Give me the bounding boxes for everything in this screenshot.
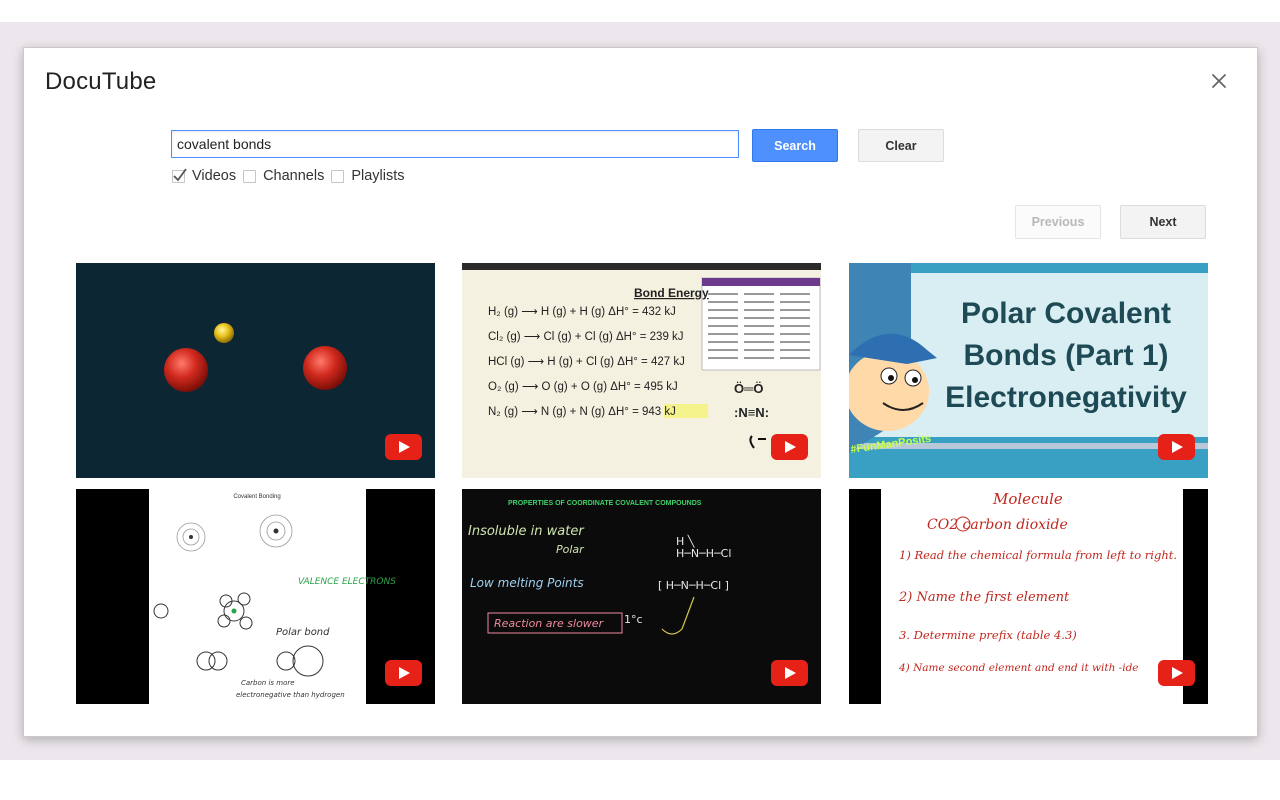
- co2-note-2: CO2 carbon dioxide: [927, 517, 1068, 533]
- svg-text:Ö═Ö: Ö═Ö: [734, 381, 763, 396]
- svg-text:H─N─H─Cl: H─N─H─Cl: [676, 547, 731, 560]
- co2-note-6: 4) Name second element and end it with -…: [898, 662, 1139, 674]
- video-result-5[interactable]: PROPERTIES OF COORDINATE COVALENT COMPOU…: [462, 489, 821, 704]
- coordinate-note-1: Insoluble in water: [468, 524, 585, 539]
- polar-line-2: Bonds (Part 1): [963, 339, 1168, 372]
- svg-text::N≡N:: :N≡N:: [734, 405, 769, 420]
- bond-row-2: Cl₂ (g) ⟶ Cl (g) + Cl (g) ΔH° = 239 kJ: [488, 331, 684, 343]
- co2-note-3: 1) Read the chemical formula from left t…: [899, 548, 1177, 562]
- notes-valence: VALENCE ELECTRONS: [298, 577, 396, 587]
- docutube-dialog: DocuTube Search Clear Videos Channels Pl…: [23, 47, 1258, 737]
- coordinate-heading: PROPERTIES OF COORDINATE COVALENT COMPOU…: [508, 500, 702, 507]
- search-button[interactable]: Search: [752, 129, 838, 162]
- video-result-3[interactable]: Polar Covalent Bonds (Part 1) Electroneg…: [849, 263, 1208, 478]
- videos-label[interactable]: Videos: [192, 168, 236, 184]
- search-input[interactable]: [171, 130, 739, 158]
- svg-text:1°c: 1°c: [624, 613, 643, 626]
- polar-covalent-thumbnail: Polar Covalent Bonds (Part 1) Electroneg…: [849, 263, 1208, 478]
- bond-row-5: N₂ (g) ⟶ N (g) + N (g) ΔH° = 943 kJ: [488, 406, 676, 418]
- playlists-label[interactable]: Playlists: [351, 168, 404, 184]
- previous-button[interactable]: Previous: [1015, 205, 1101, 239]
- video-result-6[interactable]: Molecule CO2 carbon dioxide 1) Read the …: [849, 489, 1208, 704]
- bond-row-4: O₂ (g) ⟶ O (g) + O (g) ΔH° = 495 kJ: [488, 381, 678, 393]
- channels-label[interactable]: Channels: [263, 168, 324, 184]
- video-result-1[interactable]: [76, 263, 435, 478]
- notes-polar-bond: Polar bond: [276, 627, 330, 638]
- checkmark-icon: [173, 167, 187, 181]
- svg-text:electronegative than hydrogen: electronegative than hydrogen: [236, 691, 345, 699]
- close-icon: [1212, 74, 1226, 88]
- notes-heading: Covalent Bonding: [233, 494, 280, 500]
- polar-line-1: Polar Covalent: [961, 297, 1171, 330]
- co2-note-1: Molecule: [992, 490, 1063, 508]
- next-button[interactable]: Next: [1120, 205, 1206, 239]
- coordinate-compounds-thumbnail: PROPERTIES OF COORDINATE COVALENT COMPOU…: [462, 489, 821, 704]
- coordinate-note-2: Polar: [556, 543, 585, 556]
- play-icon: [771, 434, 808, 460]
- dialog-title: DocuTube: [45, 68, 157, 95]
- bond-row-3: HCl (g) ⟶ H (g) + Cl (g) ΔH° = 427 kJ: [488, 356, 685, 368]
- clear-button[interactable]: Clear: [858, 129, 944, 162]
- co2-note-5: 3. Determine prefix (table 4.3): [899, 628, 1077, 642]
- polar-line-3: Electronegativity: [945, 381, 1187, 414]
- coordinate-note-3: Low melting Points: [470, 576, 584, 590]
- video-result-2[interactable]: Bond Energy H₂ (g) ⟶ H (g) + H (g) ΔH° =…: [462, 263, 821, 478]
- channels-checkbox[interactable]: [243, 169, 257, 183]
- svg-text:[ H─N─H─Cl ]: [ H─N─H─Cl ]: [658, 579, 729, 592]
- bond-energy-heading: Bond Energy: [634, 286, 709, 300]
- video-result-4[interactable]: Covalent Bonding VALENCE ELECTRONS Polar…: [76, 489, 435, 704]
- play-icon: [385, 434, 422, 460]
- bond-row-1: H₂ (g) ⟶ H (g) + H (g) ΔH° = 432 kJ: [488, 306, 676, 318]
- search-filters: Videos Channels Playlists: [172, 166, 412, 186]
- close-button[interactable]: [1207, 69, 1231, 93]
- svg-text:Carbon is more: Carbon is more: [241, 679, 295, 687]
- playlists-checkbox[interactable]: [331, 169, 345, 183]
- covalent-bonding-thumbnail: Covalent Bonding VALENCE ELECTRONS Polar…: [76, 489, 435, 704]
- bond-energy-thumbnail: Bond Energy H₂ (g) ⟶ H (g) + H (g) ΔH° =…: [462, 263, 821, 478]
- co2-note-4: 2) Name the first element: [898, 590, 1070, 605]
- play-icon: [1158, 434, 1195, 460]
- play-icon: [385, 660, 422, 686]
- svg-text:H ╲: H ╲: [676, 534, 696, 548]
- carbon-dioxide-thumbnail: Molecule CO2 carbon dioxide 1) Read the …: [849, 489, 1208, 704]
- play-icon: [771, 660, 808, 686]
- molecule-thumbnail: [76, 263, 435, 478]
- coordinate-note-4: Reaction are slower: [494, 617, 605, 630]
- videos-checkbox[interactable]: [172, 167, 187, 183]
- play-icon: [1158, 660, 1195, 686]
